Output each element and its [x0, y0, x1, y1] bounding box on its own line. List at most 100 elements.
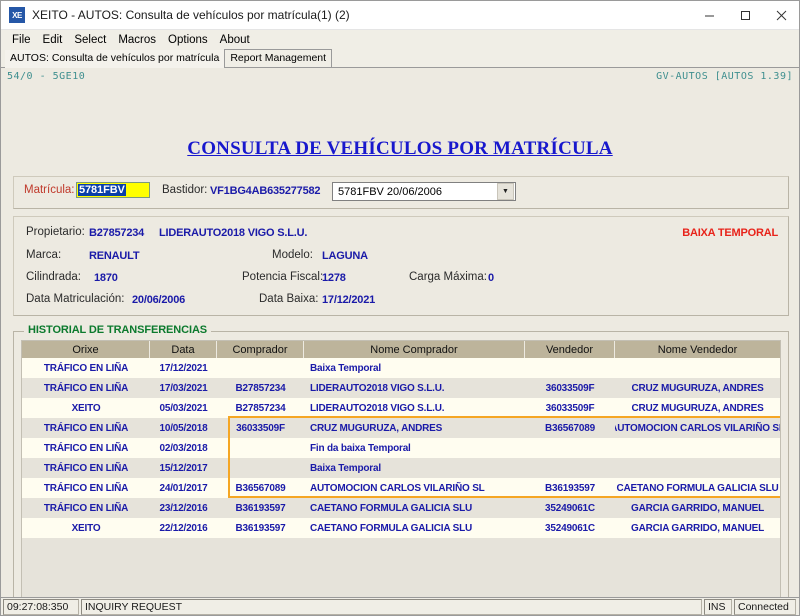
cell-nome-comprador: CAETANO FORMULA GALICIA SLU	[310, 502, 472, 514]
column-header-comprador[interactable]: Comprador	[217, 341, 304, 358]
column-header-nome-vendedor[interactable]: Nome Vendedor	[615, 341, 780, 358]
modelo-value: LAGUNA	[322, 250, 368, 262]
cell-data: 15/12/2017	[159, 462, 208, 474]
menu-about[interactable]: About	[214, 33, 256, 47]
cell-comprador: B36567089	[235, 482, 286, 494]
cell-data: 23/12/2016	[159, 502, 208, 514]
menu-options[interactable]: Options	[162, 33, 214, 47]
table-row[interactable]: TRÁFICO EN LIÑA 15/12/2017 Baixa Temporal	[22, 458, 780, 478]
data-baixa-label: Data Baixa:	[259, 293, 319, 305]
cell-vendedor	[525, 438, 615, 458]
cell-nome-comprador: Baixa Temporal	[310, 462, 381, 474]
cell-vendedor: 36033509F	[545, 382, 595, 394]
cell-orixe: XEITO	[71, 402, 101, 414]
matricula-value: 5781FBV	[78, 184, 126, 196]
carga-maxima-label: Carga Máxima:	[409, 271, 487, 283]
cell-nome-vendedor: GARCIA GARRIDO, MANUEL	[630, 522, 764, 534]
cell-nome-vendedor: AUTOMOCION CARLOS VILARIÑO SL	[615, 422, 780, 434]
cell-orixe: TRÁFICO EN LIÑA	[43, 442, 129, 454]
session-code: 54/0 - 5GE10	[7, 71, 86, 82]
data-matriculacion-label: Data Matriculación:	[26, 293, 125, 305]
cell-nome-comprador: AUTOMOCION CARLOS VILARIÑO SL	[310, 482, 485, 494]
table-row[interactable]: TRÁFICO EN LIÑA 23/12/2016 B36193597 CAETAN…	[22, 498, 780, 518]
cilindrada-value: 1870	[94, 272, 118, 284]
column-header-vendedor[interactable]: Vendedor	[525, 341, 615, 358]
client-area: 54/0 - 5GE10 GV-AUTOS [AUTOS 1.39] CONSU…	[1, 68, 799, 597]
cell-nome-vendedor	[615, 438, 780, 458]
table-row[interactable]: TRÁFICO EN LIÑA 02/03/2018 Fin da baixa Te…	[22, 438, 780, 458]
cell-comprador: B27857234	[235, 402, 286, 414]
cell-nome-comprador: Fin da baixa Temporal	[310, 442, 411, 454]
cell-data: 17/12/2021	[159, 362, 208, 374]
propietario-nif: B27857234	[89, 227, 145, 239]
cell-nome-vendedor: CRUZ MUGURUZA, ANDRES	[631, 382, 764, 394]
cell-vendedor: 36033509F	[545, 402, 595, 414]
chevron-down-icon[interactable]: ▼	[497, 183, 514, 200]
cell-nome-comprador: Baixa Temporal	[310, 362, 381, 374]
cell-orixe: TRÁFICO EN LIÑA	[43, 482, 129, 494]
cell-nome-comprador: LIDERAUTO2018 VIGO S.L.U.	[310, 402, 445, 414]
table-row[interactable]: TRÁFICO EN LIÑA 17/03/2021 B27857234 LIDERA…	[22, 378, 780, 398]
table-body: TRÁFICO EN LIÑA 17/12/2021 Baixa Temporal T…	[22, 358, 780, 538]
status-time: 09:27:08:350	[3, 598, 79, 615]
vehicle-info-panel: Propietario: B27857234 LIDERAUTO2018 VIG…	[13, 216, 789, 316]
window-controls	[691, 1, 799, 30]
bastidor-label: Bastidor:	[162, 184, 208, 196]
status-insert-mode: INS	[704, 598, 732, 615]
cell-nome-comprador: LIDERAUTO2018 VIGO S.L.U.	[310, 382, 445, 394]
data-baixa-value: 17/12/2021	[322, 294, 376, 306]
menu-select[interactable]: Select	[68, 33, 112, 47]
cell-data: 17/03/2021	[159, 382, 208, 394]
menu-macros[interactable]: Macros	[112, 33, 162, 47]
combo-selected-value: 5781FBV 20/06/2006	[338, 185, 442, 198]
column-header-orixe[interactable]: Orixe	[22, 341, 150, 358]
marca-label: Marca:	[26, 249, 62, 261]
cell-orixe: TRÁFICO EN LIÑA	[43, 502, 129, 514]
cell-orixe: TRÁFICO EN LIÑA	[43, 422, 129, 434]
application-window: XE XEITO - AUTOS: Consulta de vehículos …	[0, 0, 800, 616]
search-panel: Matrícula: 5781FBV Bastidor: VF1BG4AB635…	[13, 176, 789, 209]
column-header-data[interactable]: Data	[150, 341, 217, 358]
vehicle-select-combo[interactable]: 5781FBV 20/06/2006 ▼	[332, 182, 516, 201]
cell-vendedor: B36567089	[545, 422, 595, 434]
maximize-icon[interactable]	[727, 1, 763, 30]
cell-vendedor: 35249061C	[545, 502, 595, 514]
marca-value: RENAULT	[89, 250, 140, 262]
table-row[interactable]: XEITO 22/12/2016 B36193597 CAETANO FORMULA …	[22, 518, 780, 538]
menu-edit[interactable]: Edit	[37, 33, 69, 47]
history-group-box: HISTORIAL DE TRANSFERENCIAS Orixe Data C…	[13, 324, 789, 597]
cell-comprador: B27857234	[235, 382, 286, 394]
propietario-label: Propietario:	[26, 226, 85, 238]
cell-nome-comprador: CRUZ MUGURUZA, ANDRES	[310, 422, 443, 434]
matricula-input[interactable]: 5781FBV	[76, 182, 150, 198]
close-icon[interactable]	[763, 1, 799, 30]
cell-data: 22/12/2016	[159, 522, 208, 534]
menu-file[interactable]: File	[6, 33, 37, 47]
cell-nome-vendedor: CRUZ MUGURUZA, ANDRES	[631, 402, 764, 414]
table-row[interactable]: XEITO 05/03/2021 B27857234 LIDERAUTO2018 VI…	[22, 398, 780, 418]
tab-report-management[interactable]: Report Management	[224, 49, 333, 67]
tab-autos-consulta[interactable]: AUTOS: Consulta de vehículos por matrícu…	[5, 50, 226, 68]
carga-maxima-value: 0	[488, 272, 494, 284]
cilindrada-label: Cilindrada:	[26, 271, 81, 283]
cell-orixe: XEITO	[71, 522, 101, 534]
cell-vendedor: B36193597	[545, 482, 595, 494]
cell-vendedor	[525, 458, 615, 478]
cell-nome-comprador: CAETANO FORMULA GALICIA SLU	[310, 522, 472, 534]
history-legend: HISTORIAL DE TRANSFERENCIAS	[24, 324, 212, 336]
minimize-icon[interactable]	[691, 1, 727, 30]
table-row[interactable]: TRÁFICO EN LIÑA 10/05/2018 36033509F CRUZ M…	[22, 418, 780, 438]
menu-bar: File Edit Select Macros Options About	[1, 30, 799, 49]
app-icon: XE	[9, 7, 25, 23]
status-badge: BAIXA TEMPORAL	[682, 227, 778, 239]
table-row[interactable]: TRÁFICO EN LIÑA 17/12/2021 Baixa Temporal	[22, 358, 780, 378]
cell-orixe: TRÁFICO EN LIÑA	[43, 462, 129, 474]
cell-nome-vendedor: GARCIA GARRIDO, MANUEL	[630, 502, 764, 514]
table-header-row: Orixe Data Comprador Nome Comprador Vend…	[22, 341, 780, 358]
propietario-name: LIDERAUTO2018 VIGO S.L.U.	[159, 227, 308, 239]
column-header-nome-comprador[interactable]: Nome Comprador	[304, 341, 525, 358]
table-row[interactable]: TRÁFICO EN LIÑA 24/01/2017 B36567089 AUTOMO…	[22, 478, 780, 498]
transfers-table: Orixe Data Comprador Nome Comprador Vend…	[21, 340, 781, 597]
cell-comprador: B36193597	[235, 522, 286, 534]
tab-strip: AUTOS: Consulta de vehículos por matrícu…	[1, 49, 799, 68]
